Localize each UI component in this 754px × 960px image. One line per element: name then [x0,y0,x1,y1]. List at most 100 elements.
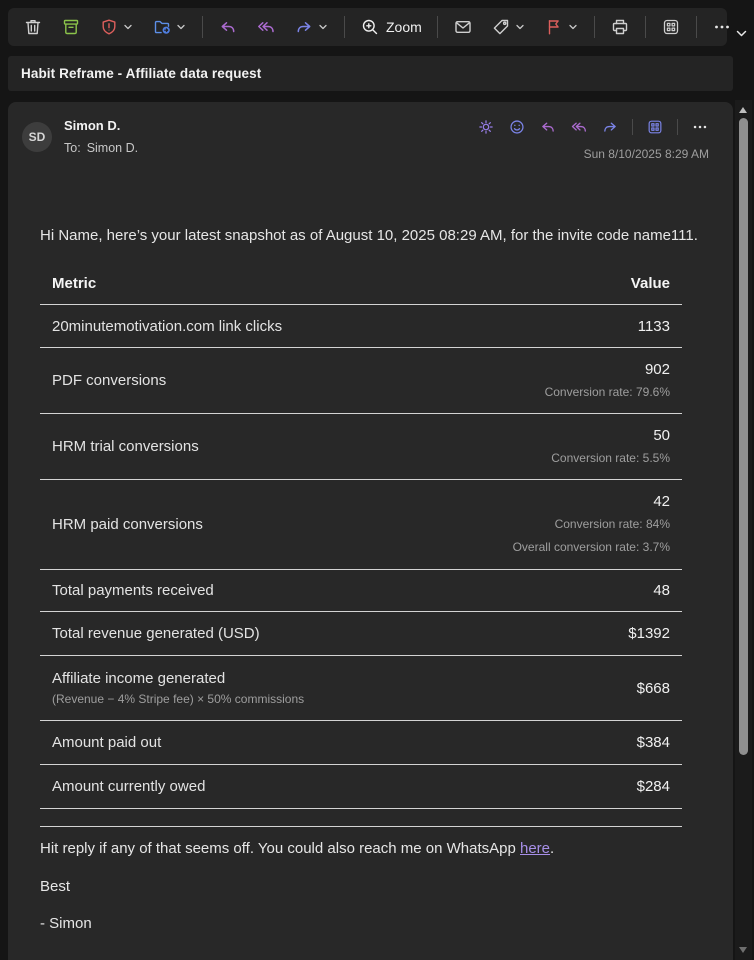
forward-button[interactable] [285,12,338,42]
zoom-button[interactable]: Zoom [351,12,431,42]
apps-grid-icon[interactable] [646,118,664,136]
chevron-down-icon [122,21,134,33]
column-header-value: Value [631,275,670,292]
scrollbar-down-arrow[interactable] [739,947,747,953]
chevron-down-icon [734,26,749,41]
column-header-metric: Metric [52,275,96,292]
move-to-folder-button[interactable] [143,12,196,42]
metric-value: $384 [637,731,670,754]
delete-button[interactable] [14,12,52,42]
reply-all-icon[interactable] [570,118,588,136]
table-row: HRM paid conversions 42 Conversion rate:… [40,480,682,570]
chevron-down-icon [317,21,329,33]
toolbar-divider [594,16,595,38]
metric-name: Affiliate income generated [52,670,304,687]
categorize-button[interactable] [482,12,535,42]
whatsapp-link[interactable]: here [520,840,550,857]
message-header: SD Simon D. To: Simon D. [8,102,733,174]
toolbar-divider [696,16,697,38]
tag-icon [491,17,511,37]
metric-value: 902 [545,358,670,381]
metric-name: Total payments received [52,582,214,599]
outlook-reading-pane: Zoom [0,0,754,960]
message-card: SD Simon D. To: Simon D. [8,102,733,960]
more-options-icon [712,17,732,37]
metric-value: $1392 [628,622,670,645]
report-button[interactable] [90,12,143,42]
metric-name: HRM trial conversions [52,438,199,455]
archive-button[interactable] [52,12,90,42]
move-to-folder-icon [152,17,172,37]
reply-all-button[interactable] [247,12,285,42]
metric-formula-note: (Revenue − 4% Stripe fee) × 50% commissi… [52,692,304,706]
closing-paragraph: Hit reply if any of that seems off. You … [40,839,706,859]
metric-subnote: Overall conversion rate: 3.7% [513,536,670,559]
email-body: Hi Name, here’s your latest snapshot as … [8,174,733,934]
table-row-spacer [40,809,682,827]
toolbar-divider [344,16,345,38]
table-row: Amount currently owed $284 [40,765,682,809]
collapse-toolbar-button[interactable] [732,24,750,42]
flag-button[interactable] [535,12,588,42]
message-action-icons [477,118,709,136]
vertical-scrollbar[interactable] [735,100,752,960]
metric-value: $668 [637,677,670,700]
table-row: Affiliate income generated (Revenue − 4%… [40,656,682,721]
summarize-sun-icon[interactable] [477,118,495,136]
signoff-text: Best [40,877,706,897]
chevron-down-icon [514,21,526,33]
metric-value: 48 [653,579,670,602]
mail-envelope-icon [453,17,473,37]
table-header-row: Metric Value [40,262,682,305]
chevron-down-icon [567,21,579,33]
zoom-label: Zoom [386,19,422,35]
sender-name[interactable]: Simon D. [64,118,120,133]
reply-icon[interactable] [539,118,557,136]
avatar[interactable]: SD [22,122,52,152]
reply-icon [218,17,238,37]
signature-text: - Simon [40,914,706,934]
to-label: To: [64,141,81,155]
header-divider [677,119,678,135]
metric-subnote: Conversion rate: 5.5% [551,447,670,470]
scrollbar-thumb[interactable] [739,118,748,755]
metric-name: Amount paid out [52,734,161,751]
table-row: HRM trial conversions 50 Conversion rate… [40,414,682,480]
reaction-smiley-icon[interactable] [508,118,526,136]
toolbar-divider [645,16,646,38]
table-row: 20minutemotivation.com link clicks 1133 [40,305,682,348]
reply-button[interactable] [209,12,247,42]
report-shield-icon [99,17,119,37]
reply-all-icon [256,17,276,37]
table-row: Total payments received 48 [40,570,682,612]
subject-bar: Habit Reframe - Affiliate data request [8,56,733,91]
metric-subnote: Conversion rate: 84% [513,513,670,536]
toolbar-divider [202,16,203,38]
apps-grid-icon [661,17,681,37]
subject-title: Habit Reframe - Affiliate data request [21,66,261,81]
metric-value: 42 [513,490,670,513]
metric-name: 20minutemotivation.com link clicks [52,318,282,335]
apps-button[interactable] [652,12,690,42]
command-toolbar: Zoom [8,8,727,46]
to-recipient[interactable]: Simon D. [87,141,138,155]
metric-name: Total revenue generated (USD) [52,625,260,642]
table-row: Amount paid out $384 [40,721,682,765]
printer-icon [610,17,630,37]
table-row: PDF conversions 902 Conversion rate: 79.… [40,348,682,414]
header-divider [632,119,633,135]
metric-subnote: Conversion rate: 79.6% [545,381,670,404]
print-button[interactable] [601,12,639,42]
read-unread-button[interactable] [444,12,482,42]
scrollbar-up-arrow[interactable] [739,107,747,113]
chevron-down-icon [175,21,187,33]
zoom-magnifier-icon [360,17,380,37]
metric-name: HRM paid conversions [52,516,203,533]
table-row: Total revenue generated (USD) $1392 [40,612,682,656]
metric-name: PDF conversions [52,372,166,389]
closing-text: Hit reply if any of that seems off. You … [40,840,520,857]
more-options-icon[interactable] [691,118,709,136]
metric-value: 50 [551,424,670,447]
message-timestamp: Sun 8/10/2025 8:29 AM [584,147,709,161]
forward-icon[interactable] [601,118,619,136]
